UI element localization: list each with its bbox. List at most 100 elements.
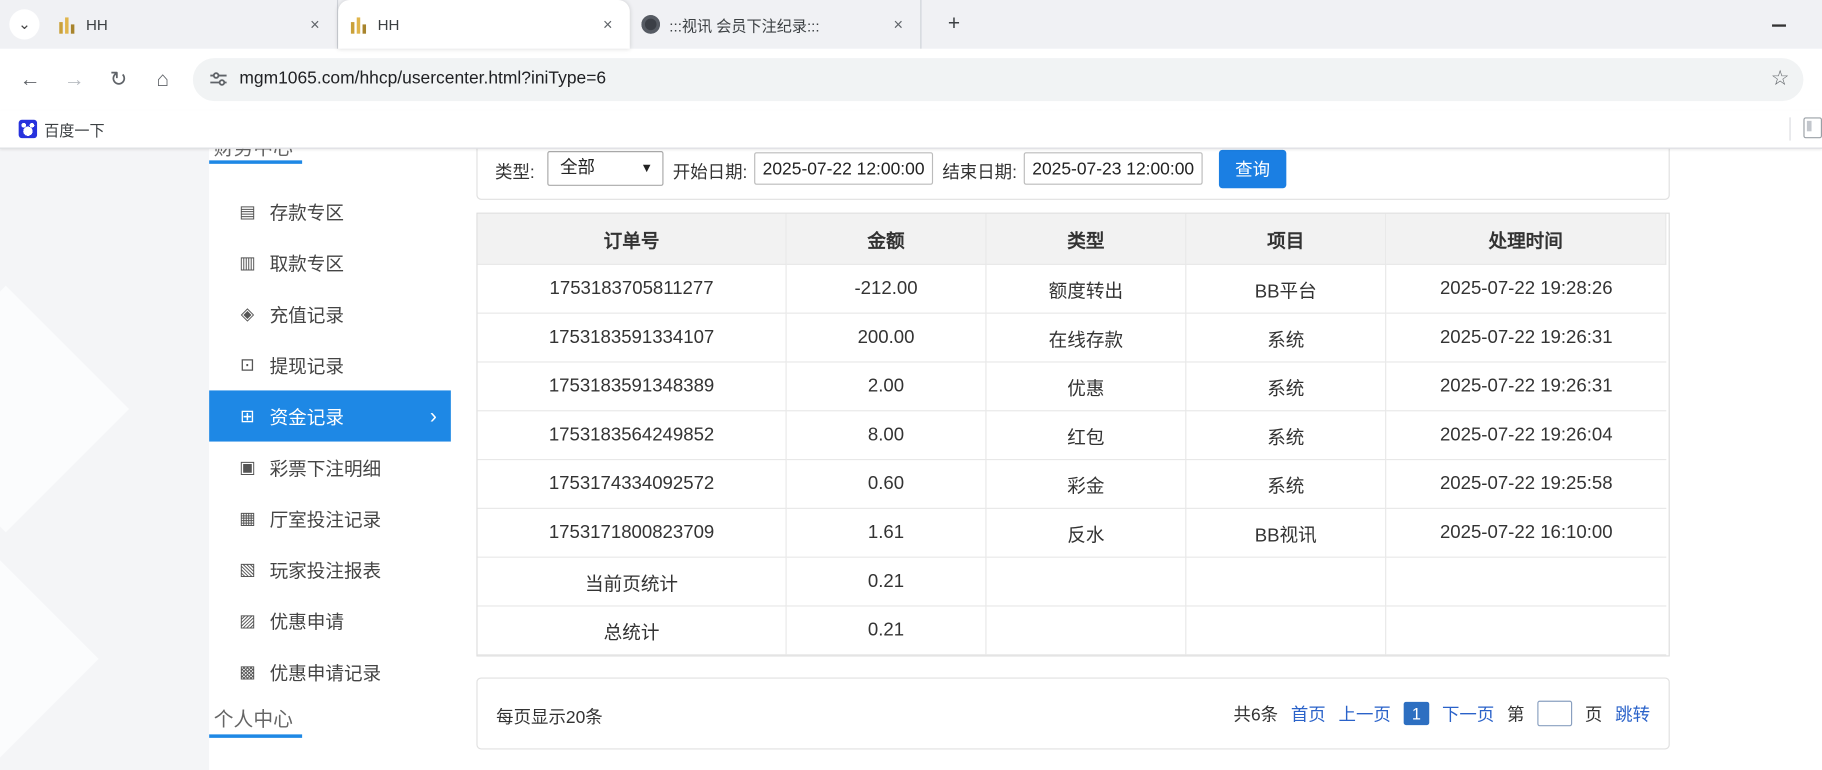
prev-page-link[interactable]: 上一页 — [1339, 701, 1391, 725]
type-select[interactable]: 全部 ▼ — [547, 151, 664, 186]
cell-amount: 8.00 — [786, 411, 987, 461]
cell-order-no: 1753183705811277 — [477, 264, 787, 314]
cell-amount: 0.21 — [786, 606, 987, 656]
window-minimize-button[interactable] — [1762, 14, 1797, 37]
table-body: 1753183705811277 -212.00 额度转出 BB平台 2025-… — [477, 264, 1669, 656]
sidebar-item[interactable]: 提现记录 › — [209, 339, 451, 390]
table-header-cell: 处理时间 — [1386, 213, 1667, 265]
table-row: 1753183564249852 8.00 红包 系统 2025-07-22 1… — [477, 411, 1669, 461]
next-page-link[interactable]: 下一页 — [1442, 701, 1494, 725]
back-icon[interactable]: ← — [14, 63, 47, 96]
sidebar-item-icon — [237, 661, 258, 682]
start-date-label: 开始日期: — [672, 162, 748, 183]
browser-window: ⌄ HH × HH × :::视讯 会员下注纪录::: × + ← → ↻ ⌂ … — [0, 0, 1822, 770]
cell-order-no: 1753174334092572 — [477, 460, 787, 509]
sidebar-item[interactable]: 厅室投注记录 › — [209, 493, 451, 544]
cell-time: 2025-07-22 19:26:04 — [1386, 411, 1667, 461]
cell-amount: 200.00 — [786, 313, 987, 363]
tab-favicon-icon — [58, 15, 77, 34]
query-button[interactable]: 查询 — [1218, 149, 1287, 189]
tab-favicon-icon — [641, 15, 661, 34]
cell-time — [1386, 607, 1667, 656]
tab-close-icon[interactable]: × — [304, 14, 325, 35]
cell-amount: 0.21 — [786, 557, 987, 607]
cell-project: BB平台 — [1186, 264, 1387, 314]
page-content: 财务中心 存款专区 › 取款专区 › — [0, 147, 1822, 770]
cell-order-no: 1753183591348389 — [477, 362, 787, 412]
cell-type: 反水 — [986, 508, 1187, 558]
tab-title: :::视讯 会员下注纪录::: — [669, 16, 820, 35]
bookmarks-bar: 百度一下 — [0, 110, 1822, 149]
cell-type: 红包 — [986, 411, 1187, 461]
sidebar-item-label: 玩家投注报表 — [269, 562, 382, 583]
sidebar-item-icon — [237, 252, 258, 273]
sidebar-item-label: 取款专区 — [269, 255, 344, 276]
sidebar-item-icon — [237, 508, 258, 529]
cell-amount: 0.60 — [786, 460, 987, 509]
cell-time: 2025-07-22 16:10:00 — [1386, 509, 1667, 558]
chevron-right-icon: › — [429, 403, 437, 428]
cell-time — [1386, 558, 1667, 607]
sidebar-item-icon — [237, 201, 258, 222]
sidebar-item[interactable]: 彩票下注明细 › — [209, 442, 451, 493]
start-date-input[interactable] — [754, 152, 934, 185]
pagination-controls: 共6条 首页 上一页 1 下一页 第 页 跳转 — [1233, 679, 1650, 749]
jump-prefix-text: 第 — [1507, 704, 1525, 725]
bookmark-item[interactable]: 百度一下 — [12, 115, 112, 143]
browser-tab[interactable]: HH × — [338, 0, 630, 49]
sidebar-item[interactable]: 优惠申请 › — [209, 595, 451, 646]
cell-type: 额度转出 — [986, 264, 1187, 314]
per-page-text: 每页显示20条 — [496, 707, 603, 728]
bookmark-star-icon[interactable]: ☆ — [1771, 66, 1790, 90]
first-page-link[interactable]: 首页 — [1291, 701, 1326, 725]
tab-close-icon[interactable]: × — [597, 14, 618, 35]
table-row: 当前页统计 0.21 — [477, 557, 1669, 607]
sidebar-item[interactable]: 充值记录 › — [209, 288, 451, 339]
sidebar-item[interactable]: 资金记录 › — [209, 390, 451, 442]
browser-tab[interactable]: :::视讯 会员下注纪录::: × — [630, 0, 922, 49]
sidebar-item-icon — [237, 303, 258, 324]
decor-triangle — [0, 560, 99, 758]
table-header-cell: 项目 — [1186, 213, 1387, 265]
home-icon[interactable]: ⌂ — [146, 63, 179, 96]
browser-toolbar: ← → ↻ ⌂ mgm1065.com/hhcp/usercenter.html… — [0, 48, 1822, 111]
tab-close-icon[interactable]: × — [888, 14, 909, 35]
sidebar-item[interactable]: 玩家投注报表 › — [209, 544, 451, 595]
cell-order-no: 总统计 — [477, 606, 787, 656]
table-row: 1753183591348389 2.00 优惠 系统 2025-07-22 1… — [477, 362, 1669, 412]
records-table: 订单号 金额 类型 项目 处理时间 1753183705811277 -212.… — [476, 212, 1670, 657]
tab-strip: ⌄ HH × HH × :::视讯 会员下注纪录::: × + — [0, 0, 1822, 49]
bookmarks-panel-icon[interactable] — [1803, 117, 1822, 139]
sidebar-item[interactable]: 优惠申请记录 › — [209, 646, 451, 697]
sidebar-item[interactable]: 存款专区 › — [209, 186, 451, 237]
sidebar-item[interactable]: 取款专区 › — [209, 237, 451, 288]
current-page-indicator[interactable]: 1 — [1403, 701, 1430, 726]
tab-favicon-icon — [349, 15, 369, 34]
sidebar-item-icon — [237, 354, 258, 375]
table-header-row: 订单号 金额 类型 项目 处理时间 — [477, 213, 1669, 265]
address-bar[interactable]: mgm1065.com/hhcp/usercenter.html?iniType… — [192, 58, 1804, 102]
table-row: 1753171800823709 1.61 反水 BB视讯 2025-07-22… — [477, 508, 1669, 558]
end-date-input[interactable] — [1023, 152, 1203, 185]
tab-search-icon[interactable]: ⌄ — [9, 9, 40, 40]
browser-tab[interactable]: HH × — [46, 0, 339, 49]
cell-project: 系统 — [1186, 411, 1387, 461]
forward-icon[interactable]: → — [58, 63, 91, 96]
cell-order-no: 1753183591334107 — [477, 313, 787, 363]
table-header-cell: 金额 — [786, 213, 987, 265]
sidebar-item-icon — [237, 457, 258, 478]
sidebar-item-label: 彩票下注明细 — [269, 460, 382, 480]
new-tab-button[interactable]: + — [939, 9, 969, 39]
sidebar-item-label: 提现记录 — [269, 357, 344, 378]
bookmark-label: 百度一下 — [44, 121, 105, 139]
total-count-text: 共6条 — [1233, 704, 1279, 725]
table-row: 1753174334092572 0.60 彩金 系统 2025-07-22 1… — [477, 460, 1669, 509]
sidebar-item-label: 存款专区 — [269, 204, 344, 225]
reload-icon[interactable]: ↻ — [102, 63, 135, 96]
cell-amount: 2.00 — [786, 362, 987, 412]
page-jump-input[interactable] — [1537, 700, 1573, 727]
jump-button[interactable]: 跳转 — [1615, 701, 1650, 725]
sidebar-item-label: 资金记录 — [269, 409, 344, 429]
bookmarks-separator — [1789, 117, 1791, 141]
site-info-icon[interactable] — [209, 70, 228, 94]
